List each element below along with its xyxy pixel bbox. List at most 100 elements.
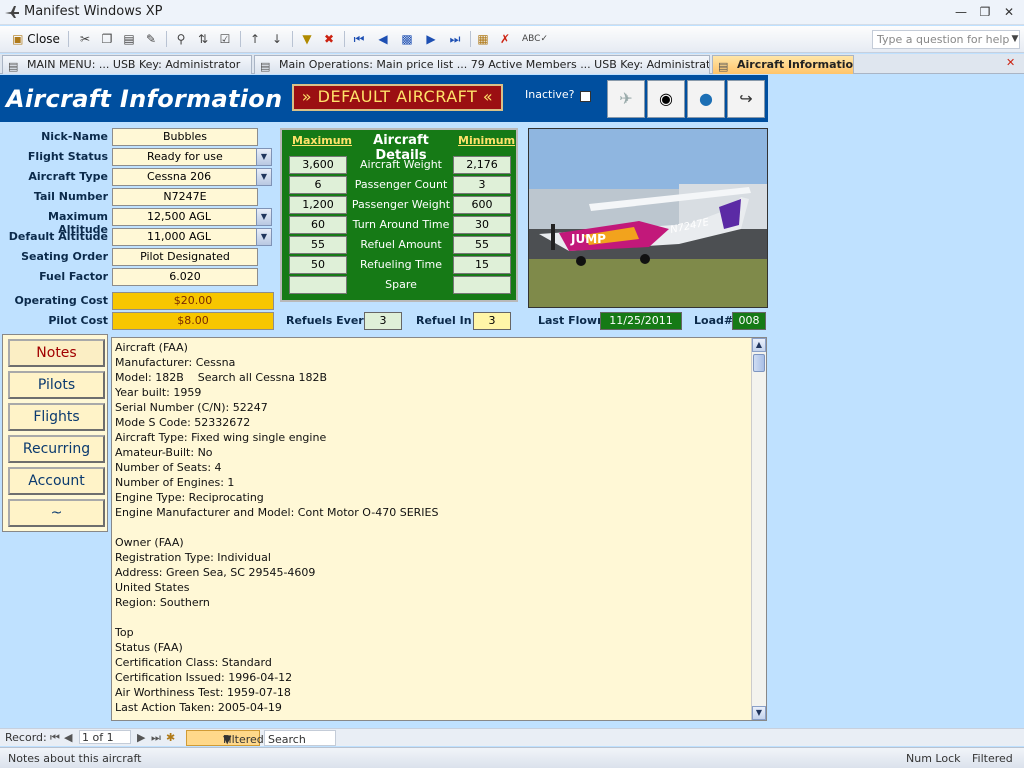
close-window-icon[interactable]: ✕	[998, 3, 1020, 21]
last-flown-field[interactable]: 11/25/2011	[600, 312, 682, 330]
copy-icon[interactable]: ❐	[98, 30, 116, 49]
turn-around-max[interactable]: 60	[289, 216, 347, 234]
filtered-toggle[interactable]: ▼ Filtered	[186, 730, 264, 746]
replace-icon[interactable]: ⇅	[194, 30, 212, 49]
delete-record-icon[interactable]: ✗	[496, 30, 514, 49]
refuels-every-field[interactable]: 3	[364, 312, 402, 330]
chevron-down-icon[interactable]: ▼	[256, 208, 272, 226]
sort-ascending-icon[interactable]: ↑	[246, 30, 264, 49]
new-record-icon[interactable]: ▦	[474, 30, 492, 49]
refueling-time-min[interactable]: 15	[453, 256, 511, 274]
scroll-down-icon[interactable]: ▼	[752, 706, 766, 720]
turn-around-min[interactable]: 30	[453, 216, 511, 234]
first-record-icon[interactable]: ⏮	[350, 30, 368, 49]
passenger-weight-min[interactable]: 600	[453, 196, 511, 214]
form-icon: ▤	[8, 60, 19, 73]
new-record-nav-icon[interactable]: ✱	[166, 731, 175, 744]
pilots-button[interactable]: Pilots	[8, 371, 105, 399]
max-altitude-select[interactable]: 12,500 AGL ▼	[112, 208, 272, 226]
notes-textarea[interactable]: Aircraft (FAA) Manufacturer: Cessna Mode…	[111, 337, 767, 721]
flight-status-select[interactable]: Ready for use ▼	[112, 148, 272, 166]
globe-icon: ●	[699, 89, 713, 108]
refuel-amount-max[interactable]: 55	[289, 236, 347, 254]
find-icon[interactable]: ⚲	[172, 30, 190, 49]
previous-record-icon[interactable]: ◀	[374, 30, 392, 49]
remove-filter-icon[interactable]: ✖	[320, 30, 338, 49]
refuel-amount-label: Refuel Amount	[360, 238, 442, 251]
tab-main-menu[interactable]: ▤ MAIN MENU: ... USB Key: Administrator	[2, 55, 252, 74]
exit-door-icon: ↪	[739, 89, 753, 108]
fuel-factor-field[interactable]: 6.020	[112, 268, 258, 286]
airplane-icon: ✈	[619, 89, 633, 108]
load-number-field[interactable]: 008	[732, 312, 766, 330]
spelling-icon[interactable]: ABC✓	[522, 30, 548, 49]
goto-record-icon[interactable]: ▩	[398, 30, 416, 49]
tab-main-operations[interactable]: ▤ Main Operations: Main price list ... 7…	[254, 55, 710, 74]
flights-button[interactable]: Flights	[8, 403, 105, 431]
close-button[interactable]: ▣ Close	[10, 30, 62, 49]
aircraft-type-select[interactable]: Cessna 206 ▼	[112, 168, 272, 186]
scroll-thumb[interactable]	[753, 354, 765, 372]
inactive-checkbox[interactable]	[580, 91, 591, 102]
notes-content: Aircraft (FAA) Manufacturer: Cessna Mode…	[115, 341, 439, 714]
recurring-button[interactable]: Recurring	[8, 435, 105, 463]
seating-order-field[interactable]: Pilot Designated	[112, 248, 258, 266]
notes-scrollbar[interactable]: ▲ ▼	[751, 338, 766, 720]
chevron-down-icon[interactable]: ▼	[256, 168, 272, 186]
refueling-time-label: Refueling Time	[359, 258, 442, 271]
scroll-up-icon[interactable]: ▲	[752, 338, 766, 352]
default-aircraft-button[interactable]: » DEFAULT AIRCRAFT «	[292, 84, 503, 111]
maximum-header: Maximum	[292, 134, 352, 147]
seating-order-label: Seating Order	[21, 250, 108, 263]
cut-icon[interactable]: ✂	[76, 30, 94, 49]
restore-icon[interactable]: ❐	[974, 3, 996, 21]
exit-button[interactable]: ↪	[727, 80, 765, 118]
page-title: Aircraft Information	[6, 85, 283, 113]
spell-icon[interactable]: ☑	[216, 30, 234, 49]
airplane-button[interactable]: ✈	[607, 80, 645, 118]
refuel-in-field[interactable]: 3	[473, 312, 511, 330]
last-flown-label: Last Flown	[538, 314, 605, 327]
aircraft-weight-label: Aircraft Weight	[360, 158, 442, 171]
paste-icon[interactable]: ▤	[120, 30, 138, 49]
aircraft-weight-max[interactable]: 3,600	[289, 156, 347, 174]
next-record-nav-icon[interactable]: ▶	[137, 731, 145, 744]
record-navigation: Record: ⏮ ◀ 1 of 1 ▶ ⏭ ✱ ▼ Filtered Sear…	[0, 728, 1024, 746]
record-search-input[interactable]: Search	[264, 730, 336, 746]
refueling-time-max[interactable]: 50	[289, 256, 347, 274]
spare-max[interactable]	[289, 276, 347, 294]
help-search-input[interactable]: Type a question for help	[872, 30, 1020, 49]
default-altitude-select[interactable]: 11,000 AGL ▼	[112, 228, 272, 246]
first-record-nav-icon[interactable]: ⏮	[50, 731, 60, 745]
help-dropdown-icon[interactable]: ▼	[1008, 30, 1022, 49]
aircraft-weight-min[interactable]: 2,176	[453, 156, 511, 174]
format-painter-icon[interactable]: ✎	[142, 30, 160, 49]
account-button[interactable]: Account	[8, 467, 105, 495]
prev-record-nav-icon[interactable]: ◀	[64, 731, 72, 744]
camera-button[interactable]: ◉	[647, 80, 685, 118]
refuel-amount-min[interactable]: 55	[453, 236, 511, 254]
passenger-weight-max[interactable]: 1,200	[289, 196, 347, 214]
nick-name-field[interactable]: Bubbles	[112, 128, 258, 146]
passenger-count-max[interactable]: 6	[289, 176, 347, 194]
passenger-count-min[interactable]: 3	[453, 176, 511, 194]
sort-descending-icon[interactable]: ↓	[268, 30, 286, 49]
notes-button[interactable]: Notes	[8, 339, 105, 367]
record-position-input[interactable]: 1 of 1	[79, 730, 131, 744]
spare-min[interactable]	[453, 276, 511, 294]
filter-icon[interactable]: ▼	[298, 30, 316, 49]
form-icon: ▤	[718, 60, 729, 73]
chevron-down-icon[interactable]: ▼	[256, 148, 272, 166]
more-button[interactable]: ~	[8, 499, 105, 527]
tail-number-field[interactable]: N7247E	[112, 188, 258, 206]
minimize-icon[interactable]: —	[950, 3, 972, 21]
next-record-icon[interactable]: ▶	[422, 30, 440, 49]
last-record-nav-icon[interactable]: ⏭	[151, 731, 161, 745]
operating-cost-field[interactable]: $20.00	[112, 292, 274, 310]
pilot-cost-field[interactable]: $8.00	[112, 312, 274, 330]
last-record-icon[interactable]: ⏭	[446, 30, 464, 49]
chevron-down-icon[interactable]: ▼	[256, 228, 272, 246]
tab-aircraft-information[interactable]: ▤ Aircraft Information	[712, 55, 854, 74]
globe-button[interactable]: ●	[687, 80, 725, 118]
close-tab-icon[interactable]: ✕	[1006, 56, 1015, 69]
